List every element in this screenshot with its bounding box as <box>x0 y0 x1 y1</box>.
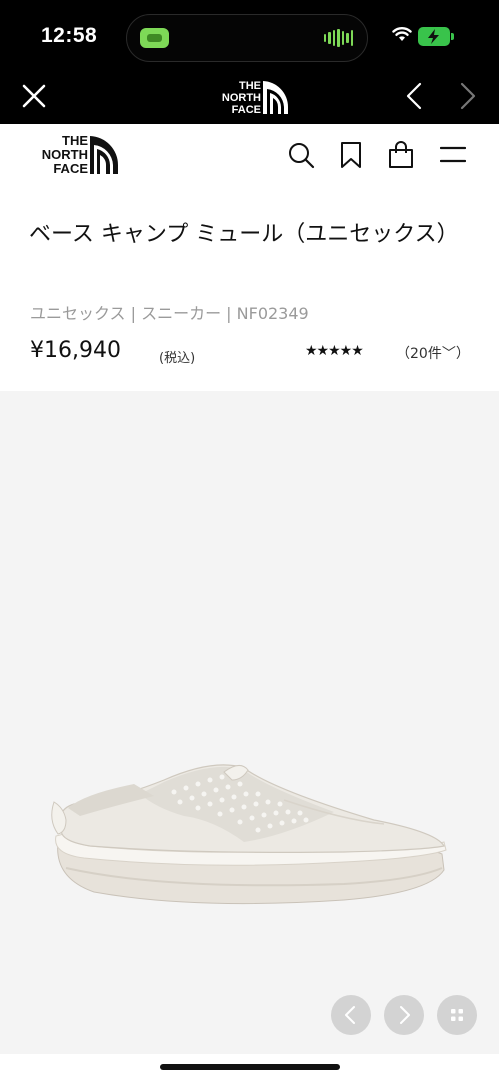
home-indicator[interactable] <box>160 1064 340 1070</box>
audio-level-icon <box>323 28 353 48</box>
search-icon[interactable] <box>287 141 315 169</box>
status-time: 12:58 <box>41 24 98 47</box>
shopping-bag-icon[interactable] <box>387 141 415 169</box>
svg-text:NORTH: NORTH <box>222 92 261 104</box>
grid-icon <box>451 1009 463 1021</box>
product-price: ¥16,940 <box>30 338 121 363</box>
chevron-right-icon <box>400 1006 410 1024</box>
gallery-grid-button[interactable] <box>437 995 477 1035</box>
review-count-link[interactable]: （20件﹀） <box>396 343 470 363</box>
battery-charging-icon <box>418 27 454 46</box>
svg-text:FACE: FACE <box>53 161 88 176</box>
gallery-prev-button[interactable] <box>331 995 371 1035</box>
the-north-face-logo[interactable]: THE NORTH FACE <box>28 131 120 177</box>
product-meta: ユニセックス | スニーカー | NF02349 <box>30 304 309 323</box>
chevron-left-icon <box>345 1006 355 1024</box>
status-bar: 12:58 <box>0 0 499 70</box>
close-icon[interactable] <box>22 84 46 108</box>
the-north-face-logo[interactable]: THE NORTH FACE <box>208 77 290 117</box>
rating-stars[interactable]: ★★★★★ <box>305 343 364 359</box>
chevron-right-icon[interactable] <box>458 82 478 110</box>
chevron-left-icon[interactable] <box>404 82 424 110</box>
product-title: ベース キャンプ ミュール（ユニセックス） <box>29 222 459 247</box>
gallery-next-button[interactable] <box>384 995 424 1035</box>
bookmark-icon[interactable] <box>339 141 363 169</box>
product-image-shoe[interactable] <box>44 750 450 910</box>
product-image-gallery[interactable] <box>0 391 499 1054</box>
wifi-icon <box>392 27 412 41</box>
dynamic-island[interactable] <box>126 14 368 62</box>
svg-text:THE: THE <box>239 80 261 92</box>
tax-note: (税込) <box>159 351 196 366</box>
hamburger-menu-icon[interactable] <box>440 144 466 166</box>
live-activity-app-icon <box>140 28 169 48</box>
svg-text:FACE: FACE <box>232 104 261 116</box>
svg-text:NORTH: NORTH <box>42 147 88 162</box>
svg-text:THE: THE <box>62 133 88 148</box>
